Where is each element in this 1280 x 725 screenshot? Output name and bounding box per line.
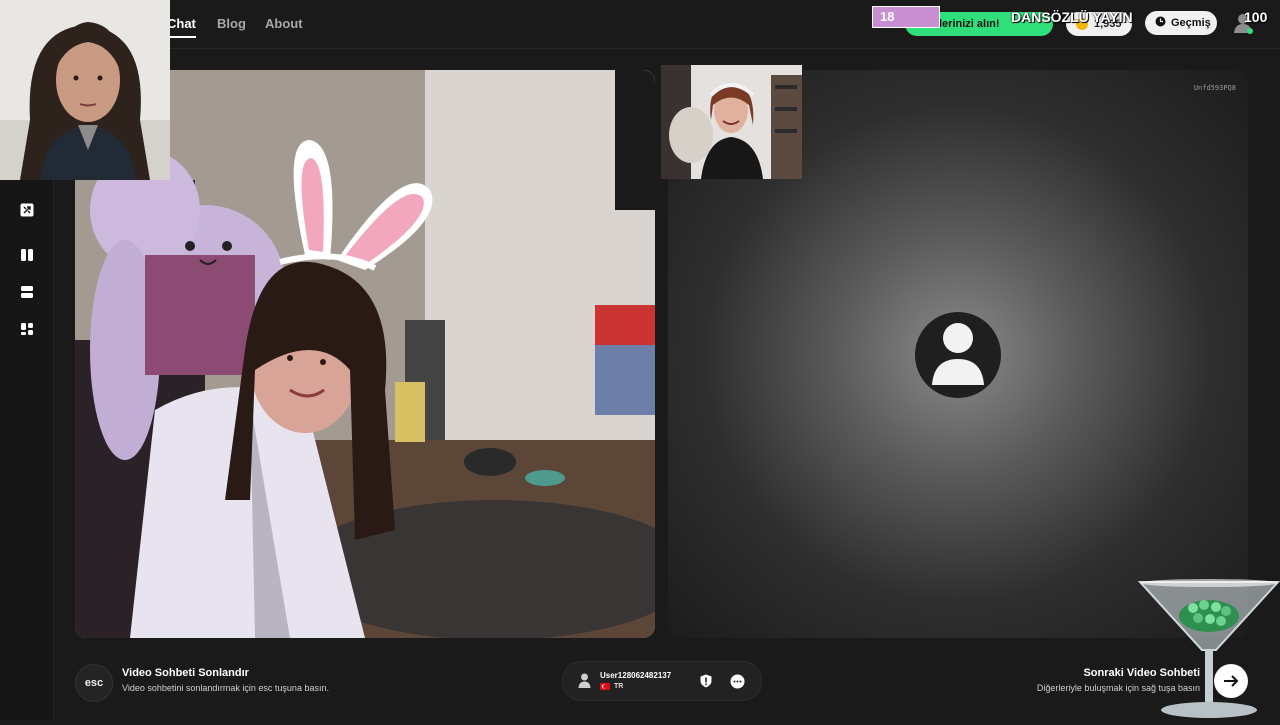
history-button[interactable]: Geçmiş — [1145, 11, 1217, 35]
grid-layout-icon[interactable] — [13, 315, 41, 343]
end-chat-button[interactable]: esc — [75, 664, 113, 702]
peer-info-pill: User128062482137 TR — [562, 661, 762, 701]
nav-chat-link[interactable]: Chat — [167, 16, 196, 31]
shuffle-icon[interactable] — [13, 196, 41, 224]
viewer-count: 100 — [1244, 9, 1268, 25]
nav-about-link[interactable]: About — [265, 16, 303, 31]
bottom-controls: esc Video Sohbeti Sonlandır Video sohbet… — [53, 650, 1280, 720]
chat-bubble-icon[interactable] — [728, 672, 746, 690]
turkey-flag-icon — [600, 683, 610, 690]
peer-country: TR — [600, 683, 623, 690]
split-horizontal-icon[interactable] — [13, 278, 41, 306]
end-chat-title: Video Sohbeti Sonlandır — [122, 667, 249, 679]
user-placeholder-icon — [914, 311, 1002, 399]
pip-video — [661, 65, 802, 179]
split-vertical-icon[interactable] — [13, 241, 41, 269]
martini-glass-icon — [1137, 578, 1280, 720]
level-badge: 18 — [872, 6, 940, 28]
peer-country-code: TR — [614, 683, 624, 690]
report-shield-icon[interactable] — [697, 672, 715, 690]
streamer-camera-overlay — [0, 0, 170, 180]
user-icon — [578, 673, 591, 693]
end-chat-description: Video sohbetini sonlandırmak için esc tu… — [122, 683, 329, 693]
room-id: Unfd593PQ8 — [1193, 84, 1236, 92]
nav-blog-link[interactable]: Blog — [217, 16, 246, 31]
history-label: Geçmiş — [1171, 17, 1211, 29]
peer-username: User128062482137 — [600, 671, 672, 680]
clock-icon — [1155, 16, 1166, 30]
nav-active-indicator — [168, 36, 196, 38]
promo-label: lerinizi alın! — [939, 18, 1000, 30]
stream-title: DANSÖZLÜ YAYIN — [1011, 9, 1133, 25]
